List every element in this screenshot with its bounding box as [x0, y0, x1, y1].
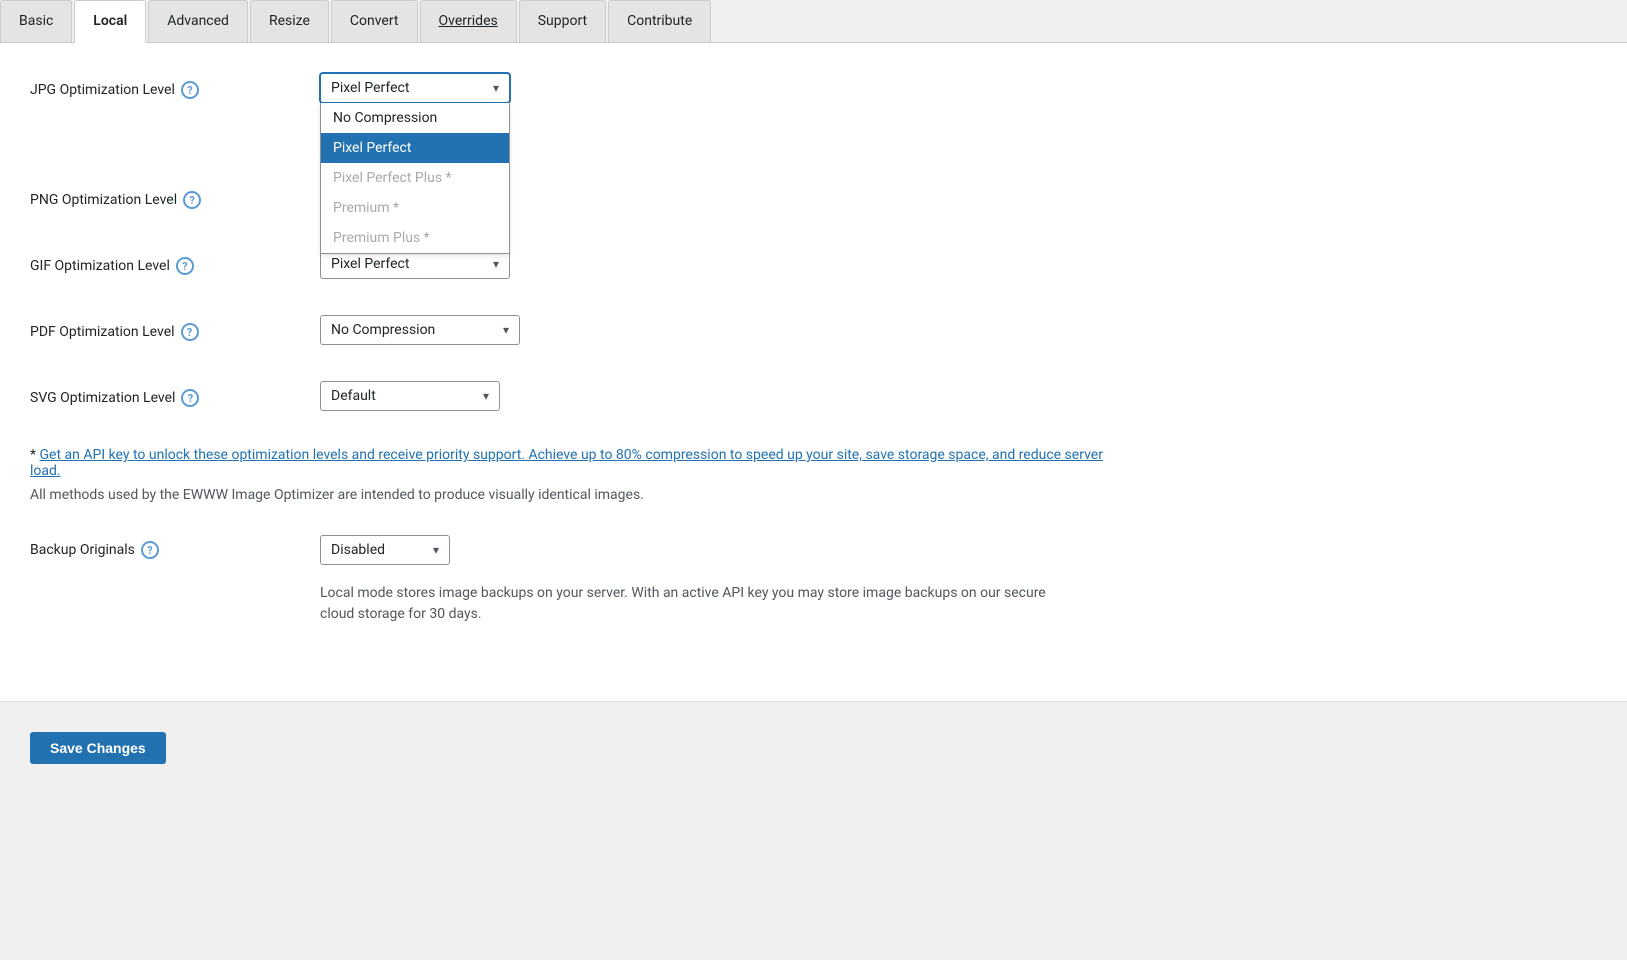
gif-chevron-icon: ▾ [493, 257, 499, 271]
jpg-row: JPG Optimization Level ? Pixel Perfect ▾… [30, 73, 1597, 103]
png-help-icon[interactable]: ? [183, 191, 201, 209]
gif-selected-value: Pixel Perfect [331, 256, 409, 272]
backup-row: Backup Originals ? Disabled ▾ Local mode… [30, 535, 1597, 625]
backup-select-wrap: Disabled ▾ [320, 535, 450, 565]
tab-convert[interactable]: Convert [331, 0, 418, 42]
backup-help-icon[interactable]: ? [141, 541, 159, 559]
pdf-selected-value: No Compression [331, 322, 435, 338]
tab-local[interactable]: Local [74, 0, 146, 43]
gif-row: GIF Optimization Level ? Pixel Perfect ▾ [30, 249, 1597, 279]
api-link[interactable]: Get an API key to unlock these optimizat… [30, 447, 1103, 479]
backup-chevron-icon: ▾ [433, 543, 439, 557]
tab-basic[interactable]: Basic [0, 0, 72, 42]
bottom-bar: Save Changes [0, 701, 1627, 784]
page-wrapper: Basic Local Advanced Resize Convert Over… [0, 0, 1627, 960]
jpg-dropdown-menu: No Compression Pixel Perfect Pixel Perfe… [320, 103, 510, 254]
tab-contribute[interactable]: Contribute [608, 0, 711, 42]
jpg-option-pixel-perfect[interactable]: Pixel Perfect [321, 133, 509, 163]
png-row: PNG Optimization Level ? Pixel Perfect ▾ [30, 183, 1597, 213]
jpg-option-premium-plus[interactable]: Premium Plus * [321, 223, 509, 253]
pdf-help-icon[interactable]: ? [181, 323, 199, 341]
tab-resize[interactable]: Resize [250, 0, 329, 42]
png-label: PNG Optimization Level ? [30, 183, 320, 209]
pdf-select[interactable]: No Compression ▾ [320, 315, 520, 345]
tab-advanced[interactable]: Advanced [148, 0, 248, 42]
save-button[interactable]: Save Changes [30, 732, 166, 764]
svg-select-wrap: Default ▾ [320, 381, 500, 411]
backup-description: Local mode stores image backups on your … [320, 583, 1080, 625]
jpg-option-pixel-perfect-plus[interactable]: Pixel Perfect Plus * [321, 163, 509, 193]
svg-selected-value: Default [331, 388, 376, 404]
pdf-chevron-icon: ▾ [503, 323, 509, 337]
backup-selected-value: Disabled [331, 542, 385, 558]
backup-label: Backup Originals ? [30, 541, 320, 559]
api-info-section: * Get an API key to unlock these optimiz… [30, 447, 1130, 503]
jpg-select[interactable]: Pixel Perfect ▾ [320, 73, 510, 103]
pdf-select-wrap: No Compression ▾ [320, 315, 520, 345]
api-prefix: * [30, 447, 40, 463]
pdf-label: PDF Optimization Level ? [30, 315, 320, 341]
api-link-line: * Get an API key to unlock these optimiz… [30, 447, 1130, 479]
gif-label: GIF Optimization Level ? [30, 249, 320, 275]
backup-select[interactable]: Disabled ▾ [320, 535, 450, 565]
jpg-label: JPG Optimization Level ? [30, 73, 320, 99]
svg-chevron-icon: ▾ [483, 389, 489, 403]
pdf-row: PDF Optimization Level ? No Compression … [30, 315, 1597, 345]
info-text: All methods used by the EWWW Image Optim… [30, 487, 1130, 503]
svg-select[interactable]: Default ▾ [320, 381, 500, 411]
svg-row: SVG Optimization Level ? Default ▾ [30, 381, 1597, 411]
jpg-chevron-icon: ▾ [493, 81, 499, 95]
jpg-selected-value: Pixel Perfect [331, 80, 409, 96]
gif-help-icon[interactable]: ? [176, 257, 194, 275]
tabs-bar: Basic Local Advanced Resize Convert Over… [0, 0, 1627, 43]
svg-help-icon[interactable]: ? [181, 389, 199, 407]
jpg-option-premium[interactable]: Premium * [321, 193, 509, 223]
jpg-select-wrap: Pixel Perfect ▾ No Compression Pixel Per… [320, 73, 510, 103]
jpg-help-icon[interactable]: ? [181, 81, 199, 99]
main-content: JPG Optimization Level ? Pixel Perfect ▾… [0, 43, 1627, 701]
jpg-option-no-compression[interactable]: No Compression [321, 103, 509, 133]
tab-overrides[interactable]: Overrides [420, 0, 517, 42]
tab-support[interactable]: Support [519, 0, 606, 42]
svg-label: SVG Optimization Level ? [30, 381, 320, 407]
